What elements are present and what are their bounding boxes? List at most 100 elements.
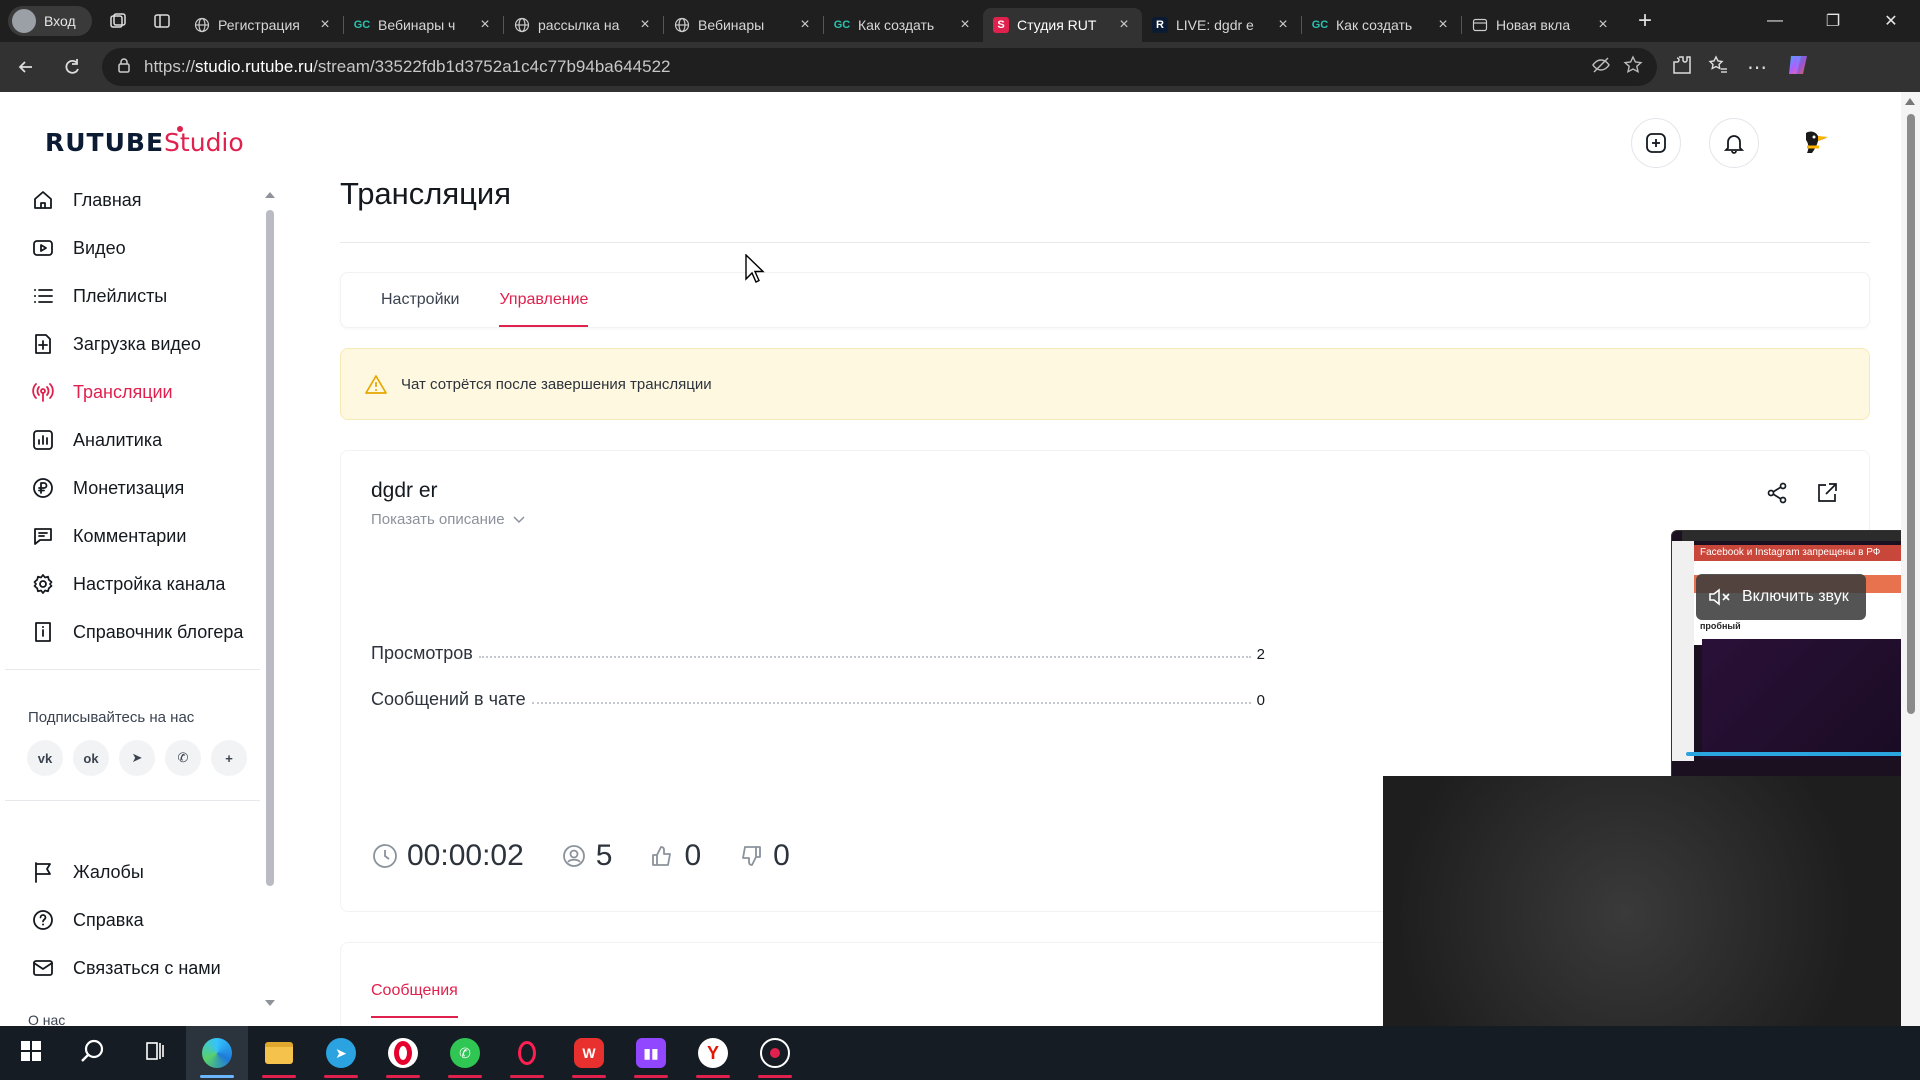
sidebar-scrollbar[interactable] xyxy=(263,188,277,1018)
sidebar-item-playlist[interactable]: Плейлисты xyxy=(5,272,267,320)
sidebar-item-help[interactable]: Справка xyxy=(5,896,267,944)
sidebar-item-ruble[interactable]: Монетизация xyxy=(5,464,267,512)
taskbar-opera-gx[interactable] xyxy=(496,1026,558,1080)
taskbar-wps[interactable]: W xyxy=(558,1026,620,1080)
create-button[interactable] xyxy=(1631,118,1681,168)
sidebar-item-label: Жалобы xyxy=(73,861,144,882)
preview-inner-video xyxy=(1702,639,1901,759)
browser-tab[interactable]: Вебинары × xyxy=(664,8,823,42)
opera-icon xyxy=(388,1038,418,1068)
follow-us-label: Подписывайтесь на нас xyxy=(28,709,195,726)
restore-button[interactable]: ❐ xyxy=(1804,0,1862,42)
sidebar-item-gear[interactable]: Настройка канала xyxy=(5,560,267,608)
more-icon[interactable]: + xyxy=(211,740,247,776)
close-tab-icon[interactable]: × xyxy=(1275,16,1291,34)
back-button[interactable] xyxy=(6,49,46,85)
tracking-prevention-icon[interactable] xyxy=(1591,55,1611,80)
tab-messages[interactable]: Сообщения xyxy=(371,963,458,1018)
vk-icon[interactable]: vk xyxy=(27,740,63,776)
taskbar-windows-start[interactable] xyxy=(0,1026,62,1080)
close-tab-icon[interactable]: × xyxy=(317,16,333,34)
sidebar-item-info[interactable]: Справочник блогера xyxy=(5,608,267,656)
sidebar-item-comments[interactable]: Комментарии xyxy=(5,512,267,560)
close-tab-icon[interactable]: × xyxy=(957,16,973,34)
tab-settings[interactable]: Настройки xyxy=(381,272,459,327)
broadcast-icon xyxy=(31,380,55,404)
lock-icon xyxy=(116,57,132,78)
browser-tab[interactable]: GC Вебинары ч × xyxy=(344,8,503,42)
page-scroll-thumb[interactable] xyxy=(1907,114,1915,714)
open-external-icon[interactable] xyxy=(1815,481,1839,510)
globe-icon xyxy=(194,17,210,33)
about-link[interactable]: О нас xyxy=(28,1012,65,1026)
workspaces-icon[interactable] xyxy=(100,6,136,36)
taskbar-whatsapp[interactable]: ✆ xyxy=(434,1026,496,1080)
notifications-button[interactable] xyxy=(1709,118,1759,168)
stream-preview-player[interactable]: Facebook и Instagram запрещены в РФ проб… xyxy=(1671,530,1901,810)
sidebar-item-broadcast[interactable]: Трансляции xyxy=(5,368,267,416)
favorites-icon[interactable] xyxy=(1707,54,1729,81)
close-tab-icon[interactable]: × xyxy=(797,16,813,34)
close-tab-icon[interactable]: × xyxy=(1595,16,1611,34)
browser-tab[interactable]: GC Как создать × xyxy=(824,8,983,42)
profile-button[interactable]: Вход xyxy=(8,6,92,36)
home-icon xyxy=(31,188,55,212)
sidebar-item-upload[interactable]: Загрузка видео xyxy=(5,320,267,368)
browser-tab-title: Новая вкла xyxy=(1496,17,1571,33)
close-tab-icon[interactable]: × xyxy=(1116,16,1132,34)
reload-button[interactable] xyxy=(52,49,92,85)
more-menu-icon[interactable]: ⋯ xyxy=(1743,55,1771,80)
page-scroll-up-icon[interactable] xyxy=(1905,98,1915,105)
browser-tab[interactable]: S Студия RUT × xyxy=(983,8,1142,42)
tab-actions-icon[interactable] xyxy=(144,6,180,36)
rutube-studio-logo[interactable]: RUTUBE Studio xyxy=(45,126,244,157)
browser-tab[interactable]: GC Как создать × xyxy=(1302,8,1461,42)
url-input[interactable]: https://studio.rutube.ru/stream/33522fdb… xyxy=(102,48,1657,86)
sidebar-scroll-thumb[interactable] xyxy=(266,210,274,886)
likes-metric: 0 xyxy=(648,839,701,873)
stream-card-actions xyxy=(1765,481,1839,510)
close-tab-icon[interactable]: × xyxy=(1435,16,1451,34)
browser-tab[interactable]: Регистрация × xyxy=(184,8,343,42)
video-icon xyxy=(31,236,55,260)
ok-icon[interactable]: ok xyxy=(73,740,109,776)
favorite-star-icon[interactable] xyxy=(1623,54,1643,80)
taskbar-telegram[interactable]: ➤ xyxy=(310,1026,372,1080)
close-tab-icon[interactable]: × xyxy=(637,16,653,34)
scroll-down-arrow-icon[interactable] xyxy=(265,1000,275,1006)
taskbar-yandex[interactable]: Y xyxy=(682,1026,744,1080)
taskbar-opera[interactable] xyxy=(372,1026,434,1080)
show-description-toggle[interactable]: Показать описание xyxy=(371,511,525,528)
new-tab-button[interactable]: + xyxy=(1629,5,1661,37)
browser-tab[interactable]: Новая вкла × xyxy=(1462,8,1621,42)
sidebar-item-video[interactable]: Видео xyxy=(5,224,267,272)
share-icon[interactable] xyxy=(1765,481,1789,510)
scroll-up-arrow-icon[interactable] xyxy=(265,192,275,198)
unmute-button[interactable]: Включить звук xyxy=(1696,574,1866,620)
browser-tab[interactable]: R LIVE: dgdr e × xyxy=(1142,8,1301,42)
taskbar-recorder[interactable] xyxy=(744,1026,806,1080)
taskbar-twitch[interactable]: ▮▮ xyxy=(620,1026,682,1080)
player-progress-bar[interactable] xyxy=(1686,752,1901,756)
user-avatar[interactable] xyxy=(1787,118,1837,168)
close-window-button[interactable]: ✕ xyxy=(1862,0,1920,42)
close-tab-icon[interactable]: × xyxy=(477,16,493,34)
taskbar-search[interactable] xyxy=(62,1026,124,1080)
taskbar-task-view[interactable] xyxy=(124,1026,186,1080)
copilot-icon[interactable] xyxy=(1785,52,1811,83)
viber-icon[interactable]: ✆ xyxy=(165,740,201,776)
sidebar-item-mail[interactable]: Связаться с нами xyxy=(5,944,267,992)
telegram-icon[interactable]: ➤ xyxy=(119,740,155,776)
page-scrollbar[interactable] xyxy=(1901,92,1920,1026)
browser-tab[interactable]: рассылка на × xyxy=(504,8,663,42)
minimize-button[interactable]: — xyxy=(1746,0,1804,42)
sidebar-item-flag[interactable]: Жалобы xyxy=(5,848,267,896)
taskbar-edge[interactable] xyxy=(186,1026,248,1080)
taskbar-file-explorer[interactable] xyxy=(248,1026,310,1080)
sidebar-item-analytics[interactable]: Аналитика xyxy=(5,416,267,464)
edge-icon xyxy=(202,1038,232,1068)
playlist-icon xyxy=(31,284,55,308)
extensions-icon[interactable] xyxy=(1671,54,1693,81)
sidebar-item-home[interactable]: Главная xyxy=(5,176,267,224)
tab-management[interactable]: Управление xyxy=(499,272,588,327)
